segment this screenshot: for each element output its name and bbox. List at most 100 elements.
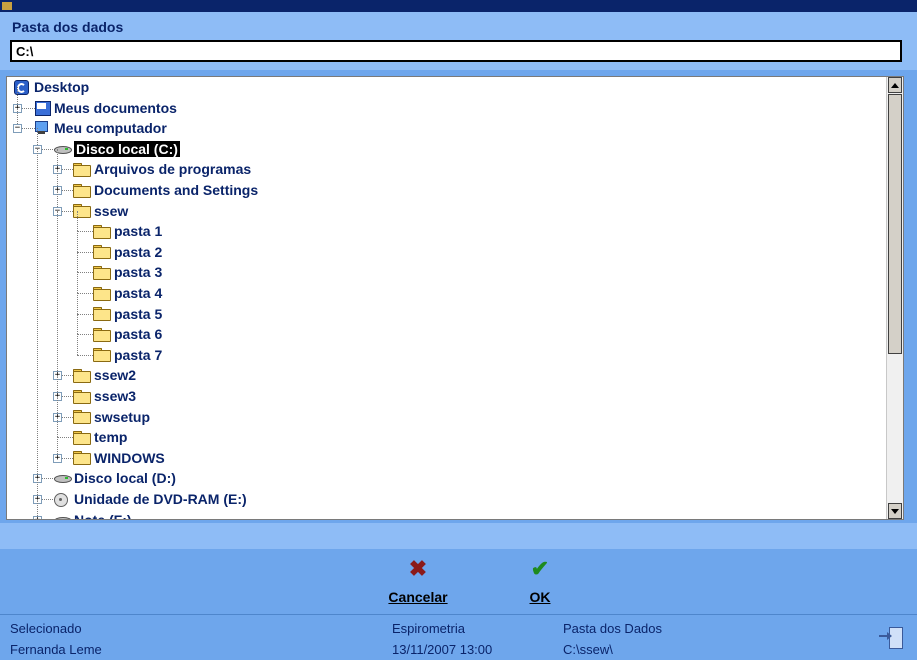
checkmark-icon: ✔ bbox=[531, 555, 549, 583]
tree-item[interactable]: swsetup bbox=[73, 407, 150, 427]
folder-value: C:\ssew\ bbox=[563, 642, 613, 657]
tree-item-label: ssew3 bbox=[94, 388, 136, 404]
tree-item[interactable]: Meu computador bbox=[33, 118, 167, 138]
selected-label: Selecionado bbox=[10, 621, 82, 636]
tree-item[interactable]: pasta 7 bbox=[93, 345, 162, 365]
tree-guide bbox=[57, 417, 58, 438]
tree-item[interactable]: pasta 6 bbox=[93, 324, 162, 344]
collapse-minus-icon[interactable]: − bbox=[13, 124, 22, 133]
status-bar: Selecionado Fernanda Leme Espirometria 1… bbox=[0, 614, 917, 660]
tree-item[interactable]: temp bbox=[73, 427, 127, 447]
tree-item-label: Desktop bbox=[34, 79, 89, 95]
tree-scrollbar[interactable] bbox=[886, 77, 903, 519]
x-mark-icon: ✖ bbox=[409, 555, 427, 583]
tree-guide bbox=[77, 252, 78, 273]
scroll-thumb[interactable] bbox=[888, 94, 902, 354]
tree-guide bbox=[77, 211, 78, 232]
drive-icon bbox=[53, 142, 71, 156]
tree-item[interactable]: Documents and Settings bbox=[73, 180, 258, 200]
tree-item[interactable]: Disco local (D:) bbox=[53, 468, 176, 488]
exam-datetime: 13/11/2007 13:00 bbox=[392, 642, 492, 657]
tree-guide bbox=[77, 334, 78, 355]
tree-item-label: WINDOWS bbox=[94, 450, 165, 466]
folder-icon bbox=[73, 204, 91, 217]
folder-icon bbox=[73, 390, 91, 403]
tree-item[interactable]: pasta 2 bbox=[93, 242, 162, 262]
scroll-up-button[interactable] bbox=[888, 77, 902, 93]
folder-label: Pasta dos Dados bbox=[563, 621, 662, 636]
folder-icon bbox=[73, 163, 91, 176]
folder-icon bbox=[93, 307, 111, 320]
separator-bar bbox=[0, 523, 917, 549]
tree-item-label: swsetup bbox=[94, 409, 150, 425]
folder-icon bbox=[73, 369, 91, 382]
tree-item-label: Documents and Settings bbox=[94, 182, 258, 198]
tree-item-label: Meus documentos bbox=[54, 100, 177, 116]
tree-item[interactable]: ssew bbox=[73, 201, 128, 221]
arrow-up-icon bbox=[891, 83, 899, 88]
expand-plus-icon[interactable]: + bbox=[33, 516, 42, 520]
tree-guide bbox=[77, 272, 78, 293]
folder-icon bbox=[93, 225, 111, 238]
folder-tree: Desktop+Meus documentos−Meu computador−D… bbox=[6, 76, 904, 520]
folder-icon bbox=[93, 266, 111, 279]
exit-icon[interactable] bbox=[879, 627, 903, 649]
tree-guide bbox=[77, 314, 78, 335]
tree-item[interactable]: ssew2 bbox=[73, 365, 136, 385]
drive-icon bbox=[53, 513, 71, 520]
tree-item-label: Note (F:) bbox=[74, 512, 132, 520]
tree-item[interactable]: Meus documentos bbox=[33, 98, 177, 118]
folder-path-input[interactable] bbox=[10, 40, 902, 62]
tree-item-label: Arquivos de programas bbox=[94, 161, 251, 177]
tree-guide bbox=[57, 211, 58, 376]
my-computer-icon bbox=[33, 121, 51, 135]
tree-item-label: ssew bbox=[94, 203, 128, 219]
arrow-down-icon bbox=[891, 509, 899, 514]
tree-item-label: Disco local (C:) bbox=[74, 141, 180, 157]
tree-item-label: Disco local (D:) bbox=[74, 470, 176, 486]
title-strip bbox=[0, 0, 917, 12]
folder-icon bbox=[93, 245, 111, 258]
tree-item-label: pasta 4 bbox=[114, 285, 162, 301]
folder-icon bbox=[93, 348, 111, 361]
tree-item[interactable]: Disco local (C:) bbox=[53, 139, 180, 159]
tree-item[interactable]: ssew3 bbox=[73, 386, 136, 406]
exam-label: Espirometria bbox=[392, 621, 465, 636]
tree-item[interactable]: pasta 5 bbox=[93, 304, 162, 324]
tree-item[interactable]: Unidade de DVD-RAM (E:) bbox=[53, 489, 247, 509]
tree-item[interactable]: WINDOWS bbox=[73, 448, 165, 468]
tree-item[interactable]: Desktop bbox=[13, 77, 89, 97]
tree-item[interactable]: pasta 1 bbox=[93, 221, 162, 241]
tree-item[interactable]: Note (F:) bbox=[53, 510, 132, 520]
tree-item-label: pasta 6 bbox=[114, 326, 162, 342]
dvd-drive-icon bbox=[53, 492, 71, 506]
folder-icon bbox=[93, 287, 111, 300]
folder-icon bbox=[73, 184, 91, 197]
tree-item[interactable]: pasta 4 bbox=[93, 283, 162, 303]
folder-icon bbox=[93, 328, 111, 341]
header-title: Pasta dos dados bbox=[12, 19, 123, 35]
folder-icon bbox=[73, 451, 91, 464]
ok-button[interactable]: ✔ OK bbox=[510, 555, 570, 610]
ok-label: OK bbox=[530, 589, 551, 605]
cancel-label: Cancelar bbox=[388, 589, 447, 605]
tree-guide bbox=[77, 231, 78, 252]
tree-item[interactable]: pasta 3 bbox=[93, 262, 162, 282]
my-documents-icon bbox=[33, 101, 51, 115]
expand-plus-icon[interactable]: + bbox=[53, 454, 62, 463]
scroll-down-button[interactable] bbox=[888, 503, 902, 519]
cancel-button[interactable]: ✖ Cancelar bbox=[368, 555, 468, 610]
tree-item-label: pasta 2 bbox=[114, 244, 162, 260]
tree-item-label: pasta 5 bbox=[114, 306, 162, 322]
selected-value: Fernanda Leme bbox=[10, 642, 102, 657]
tree-item-label: ssew2 bbox=[94, 367, 136, 383]
tree-item-label: Meu computador bbox=[54, 120, 167, 136]
tree-guide bbox=[37, 149, 38, 479]
tree-item-label: pasta 7 bbox=[114, 347, 162, 363]
action-bar: ✖ Cancelar ✔ OK bbox=[0, 549, 917, 614]
tree-item[interactable]: Arquivos de programas bbox=[73, 159, 251, 179]
folder-icon bbox=[73, 431, 91, 444]
data-folder-header: Pasta dos dados bbox=[0, 12, 917, 70]
tree-item-label: pasta 1 bbox=[114, 223, 162, 239]
drive-icon bbox=[53, 471, 71, 485]
